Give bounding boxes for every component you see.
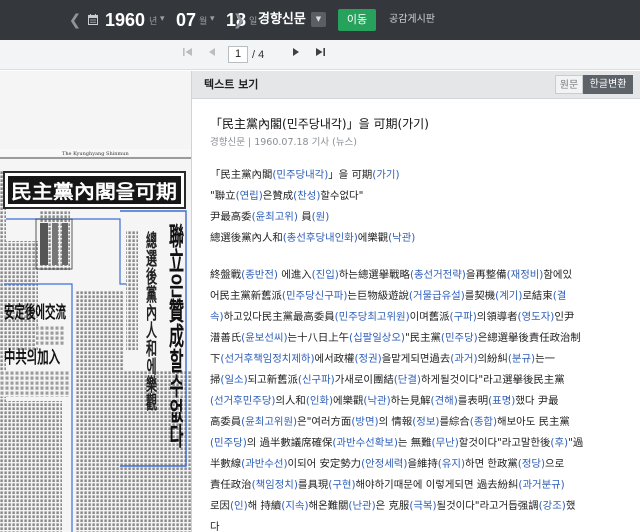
body-line: 속)하고있다民主黨最高委員(민주당최고위원)이며舊派(구파)의領導者(영도자)인… bbox=[210, 311, 575, 323]
left-headline-1: 安定後에交流 bbox=[4, 302, 66, 323]
body-line: 半數線(과반수선)이되어 安定勢力(안정세력)을維持(유지)하면 한政黨(정당)… bbox=[210, 458, 565, 470]
masthead-text: The Kyunghyang Shinmun bbox=[62, 151, 129, 157]
year-value[interactable]: 1960 bbox=[105, 9, 145, 31]
body-line: 어民主黨新舊派(민주당신구파)는巨物級遊說(거물급유설)를契機(계기)로結束(결 bbox=[210, 290, 567, 302]
page-navigator: 1 / 4 bbox=[0, 40, 640, 70]
newspaper-scan-drawing: The Kyunghyang Shinmun 民主黨內閣을可期 聯立은贊成할수없… bbox=[0, 149, 191, 532]
tab-original[interactable]: 원문 bbox=[555, 75, 583, 94]
date-toolbar: ❮ 1960 년 ▾ 07 월 ▾ 18 일 경향신문 ▼ 이동 공감게시판 bbox=[0, 0, 640, 40]
heading-line: 尹最高委(윤최고위) 員(원) bbox=[210, 211, 330, 223]
last-page-icon[interactable] bbox=[313, 47, 327, 63]
body-line: (선거후민주당)의人和(인화)에樂觀(낙관)하는見解(견해)를表明(표명)했다 … bbox=[210, 395, 559, 407]
left-headline-2: 中共의加入 bbox=[4, 347, 60, 368]
headline-box-text: 民主黨內閣을可期 bbox=[11, 180, 177, 203]
day-unit: 일 bbox=[249, 17, 258, 27]
article-title: 「民主黨內閣(민주당내각)」을 可期(가기) bbox=[210, 117, 429, 131]
page-number-input[interactable]: 1 bbox=[228, 46, 248, 63]
article-meta: 경향신문 | 1960.07.18 기사 (뉴스) bbox=[210, 137, 358, 148]
text-view-title: 텍스트 보기 bbox=[204, 78, 259, 91]
body-line: 潽善氏(윤보선씨)는十八日上午(십팔일상오)"民主黨(민주당)은總選擧後責任政治… bbox=[210, 332, 581, 344]
text-view-header: 텍스트 보기 원문 한글변환 bbox=[192, 71, 640, 99]
month-dropdown-icon[interactable]: ▾ bbox=[210, 14, 215, 24]
body-line: 掃(일소)되고新舊派(신구파)가새로이團結(단결)하게될것이다"라고選擧後民主黨 bbox=[210, 374, 565, 386]
newspaper-dropdown-icon[interactable]: ▼ bbox=[311, 12, 326, 27]
month-value[interactable]: 07 bbox=[176, 9, 196, 31]
body-line: 로因(인)해 持續(지속)해온難關(난관)은 克服(극복)될것이다"라고거듭强調… bbox=[210, 500, 576, 512]
next-page-icon[interactable] bbox=[289, 47, 303, 63]
body-line: 高委員(윤최고위원)은"여러方面(방면)의 情報(정보)를綜合(종합)해보아도 … bbox=[210, 416, 570, 428]
text-view-panel: 텍스트 보기 원문 한글변환 「民主黨內閣(민주당내각)」을 可期(가기) 경향… bbox=[191, 71, 640, 532]
heading-line: 總選後黨內人和(총선후당내인화)에樂觀(낙관) bbox=[210, 232, 416, 244]
body-line: 다 bbox=[210, 521, 220, 532]
newspaper-scan-image[interactable]: The Kyunghyang Shinmun 民主黨內閣을可期 聯立은贊成할수없… bbox=[0, 71, 191, 532]
body-line: 下(선거후책임정치제하)에서政權(정권)을맡게되면過去(과거)의紛糾(분규)는一 bbox=[210, 353, 556, 365]
year-unit: 년 bbox=[149, 17, 158, 27]
body-line: (민주당)의 過半數議席確保(과반수선확보)는 無難(무난)할것이다"라고말한後… bbox=[210, 437, 584, 449]
newspaper-name[interactable]: 경향신문 bbox=[258, 11, 306, 29]
heading-line: 「民主黨內閣(민주당내각)」을 可期(가기) bbox=[210, 169, 400, 181]
headline-vertical-1: 聯立은贊成할수없다 bbox=[167, 222, 185, 450]
go-button[interactable]: 이동 bbox=[338, 9, 376, 31]
headline-vertical-2: 總選後黨內人和에樂觀 bbox=[145, 229, 159, 412]
prev-date-arrow-icon[interactable]: ❮ bbox=[68, 11, 82, 29]
heading-line: "聯立(연립)은贊成(찬성)할수없다" bbox=[210, 190, 364, 202]
body-line: 終盤戰(종반전) 에進入(진입)하는總選擧戰略(총선거전략)을再整備(재정비)함… bbox=[210, 269, 573, 281]
page-total: / 4 bbox=[252, 49, 265, 61]
tab-hangul-converted[interactable]: 한글변환 bbox=[583, 75, 633, 94]
calendar-icon[interactable] bbox=[88, 14, 98, 25]
first-page-icon[interactable] bbox=[181, 47, 195, 63]
share-board-link[interactable]: 공감게시판 bbox=[389, 13, 435, 27]
next-date-arrow-icon[interactable]: ❯ bbox=[232, 11, 246, 29]
prev-page-icon[interactable] bbox=[205, 47, 219, 63]
year-dropdown-icon[interactable]: ▾ bbox=[160, 14, 165, 24]
body-line: 責任政治(책임정치)를具現(구현)해야하기때문에 이렇게되면 過去紛糾(과거분규… bbox=[210, 479, 565, 491]
month-unit: 월 bbox=[199, 17, 208, 27]
